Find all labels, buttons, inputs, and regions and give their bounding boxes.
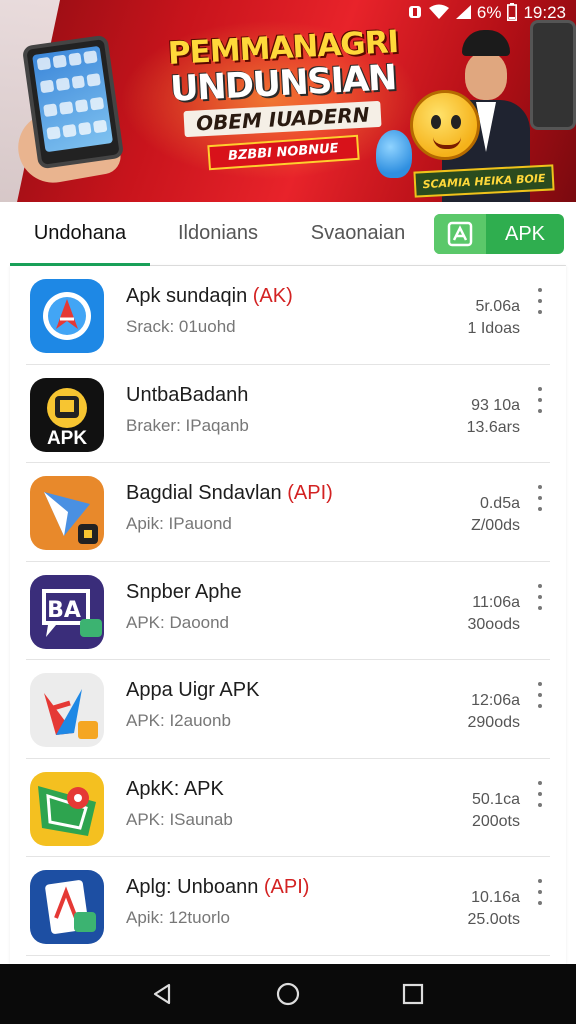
- app-name: Snpber Aphe: [126, 580, 242, 603]
- app-meta: 12:06a 290ods: [467, 692, 521, 731]
- wifi-icon: [428, 4, 449, 23]
- list-item[interactable]: ApkK: APK APK: ISaunab 50.1ca 200ots: [26, 759, 550, 857]
- app-name: Appa Uigr APK: [126, 679, 260, 701]
- star-arrow-icon: [30, 673, 104, 747]
- list-item[interactable]: BA Snpber Aphe APK: Daoond 11:06a 30oods: [26, 562, 550, 660]
- banner-headline: PEMMANAGRI UNDUNSIAN OBEM IUADERN BZBBI …: [138, 24, 428, 171]
- list-item[interactable]: Aplg: Unboann (API) Apik: 12tuorlo 10.16…: [26, 857, 550, 956]
- compass-a-icon: [30, 279, 104, 353]
- list-item[interactable]: Apk sundaqin (AK) Srack: 01uohd 5r.06a 1 …: [26, 266, 550, 365]
- svg-text:APK: APK: [47, 428, 87, 449]
- banner-line-4: BZBBI NOBNUE: [206, 134, 360, 171]
- app-list: Apk sundaqin (AK) Srack: 01uohd 5r.06a 1 …: [10, 266, 566, 964]
- app-meta: 5r.06a 1 Idoas: [467, 298, 520, 337]
- tab-bar: Undohana Ildonians Svaonaian APK: [10, 202, 566, 266]
- notification-icon: [407, 4, 423, 23]
- app-subtitle: Srack: 01uohd: [126, 317, 236, 336]
- status-bar: 6% 19:23: [407, 2, 566, 24]
- app-subtitle: Apik: IPauond: [126, 514, 232, 533]
- app-name: UntbaBadanh: [126, 383, 249, 406]
- banner-sign: SCAMIA HEIKA BOIE: [413, 164, 555, 198]
- phone-illustration: [21, 34, 125, 170]
- app-name: Apk sundaqin (AK): [126, 285, 293, 307]
- app-subtitle: APK: I2auonb: [126, 711, 231, 730]
- list-item[interactable]: Appa Uigr APK APK: I2auonb 12:06a 290ods: [26, 660, 550, 759]
- side-phone-illustration: [530, 20, 576, 130]
- home-icon[interactable]: [266, 972, 310, 1016]
- tab-svaonaian[interactable]: Svaonaian: [286, 202, 430, 266]
- more-options-icon[interactable]: [534, 879, 546, 905]
- promo-banner[interactable]: 6% 19:23 PEMMANAGRI UNDUNSIAN OBEM IUADE…: [0, 0, 576, 202]
- app-meta: 10.16a 25.0ots: [467, 889, 520, 928]
- apk-robot-icon: APK: [30, 377, 104, 452]
- app-meta: 93 10a 13.6ars: [466, 396, 520, 436]
- app-name: ApkK: APK: [126, 777, 224, 800]
- app-meta: 50.1ca 200ots: [471, 790, 520, 830]
- apk-button[interactable]: APK: [434, 214, 564, 254]
- clock: 19:23: [523, 3, 566, 22]
- tab-undohana[interactable]: Undohana: [10, 202, 150, 266]
- app-meta: 0.d5a Z/00ds: [471, 495, 520, 534]
- app-subtitle: Apik: 12tuorlo: [126, 908, 230, 927]
- more-options-icon[interactable]: [534, 780, 546, 807]
- tab-ildonians[interactable]: Ildonians: [150, 202, 286, 266]
- more-options-icon[interactable]: [534, 583, 546, 610]
- apk-button-label: APK: [504, 222, 546, 245]
- app-subtitle: Braker: IPaqanb: [126, 415, 249, 435]
- app-subtitle: APK: Daoond: [126, 612, 230, 632]
- app-name: Bagdial Sndavlan (API): [126, 482, 333, 504]
- battery-icon: [507, 2, 518, 24]
- more-options-icon[interactable]: [534, 682, 546, 708]
- signal-icon: [455, 4, 471, 23]
- recents-icon[interactable]: [391, 972, 435, 1016]
- back-icon[interactable]: [141, 972, 185, 1016]
- paper-plane-icon: [30, 476, 104, 550]
- list-item[interactable]: APK UntbaBadanh Braker: IPaqanb 93 10a 13…: [26, 365, 550, 463]
- document-a-icon: [30, 870, 104, 944]
- more-options-icon[interactable]: [534, 288, 546, 314]
- app-name: Aplg: Unboann (API): [126, 876, 310, 898]
- apk-download-icon: [434, 214, 486, 254]
- system-nav-bar: [0, 964, 576, 1024]
- battery-percent: 6%: [476, 3, 502, 22]
- map-pin-icon: [30, 771, 104, 846]
- app-meta: 11:06a 30oods: [467, 593, 521, 633]
- chat-ba-icon: BA: [30, 574, 104, 649]
- more-options-icon[interactable]: [534, 485, 546, 511]
- list-item[interactable]: Bagdial Sndavlan (API) Apik: IPauond 0.d…: [26, 463, 550, 562]
- svg-text:BA: BA: [47, 598, 81, 623]
- more-options-icon[interactable]: [534, 386, 546, 413]
- app-subtitle: APK: ISaunab: [126, 809, 233, 829]
